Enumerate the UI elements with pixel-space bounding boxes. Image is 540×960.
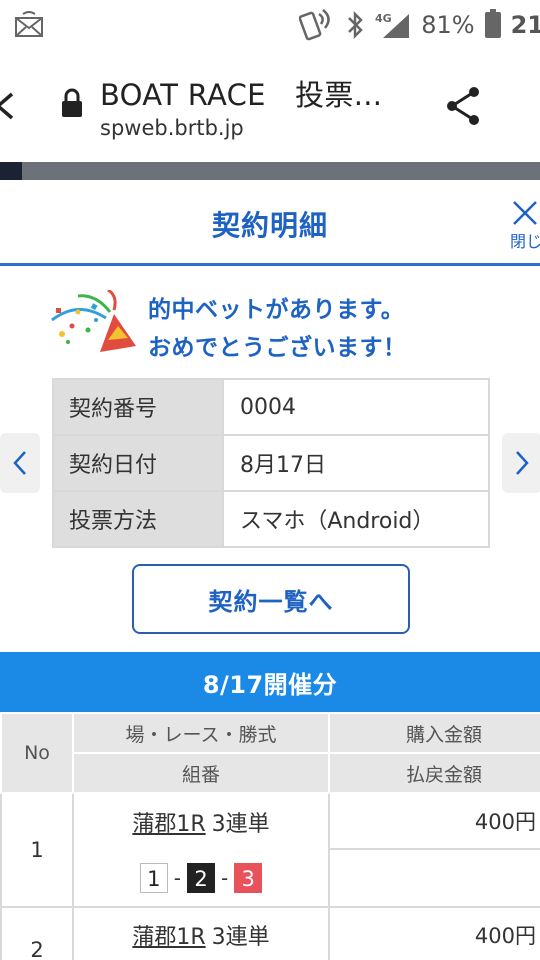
contract-list-button[interactable]: 契約一覧へ: [132, 564, 410, 634]
row-number: 2: [0, 906, 74, 960]
vote-method-row: 投票方法 スマホ（Android）: [52, 490, 490, 548]
browser-toolbar: BOAT RACE 投票... spweb.brtb.jp: [0, 50, 540, 162]
nfc-icon: [299, 9, 335, 41]
section-header: 8/17開催分: [0, 652, 540, 712]
bet-table: No 場・レース・勝式 購入金額 組番 払戻金額 1 蒲郡1R 3連単 400円 …: [0, 712, 540, 960]
page-load-strip: [0, 162, 540, 180]
next-contract-button[interactable]: [502, 433, 540, 493]
bluetooth-icon: [345, 10, 365, 40]
header-payout: 払戻金額: [328, 752, 540, 794]
table-header-row: No 場・レース・勝式 購入金額: [0, 712, 540, 794]
race-link[interactable]: 蒲郡1R: [132, 812, 205, 837]
vote-method-value: スマホ（Android）: [222, 490, 490, 548]
chevron-left-icon[interactable]: [12, 449, 28, 477]
boat-number-2: 2: [187, 862, 215, 893]
header-combo: 組番: [72, 752, 330, 794]
back-arrow-icon[interactable]: [0, 88, 18, 124]
page-title: 契約明細: [211, 209, 328, 242]
header-no: No: [0, 712, 74, 794]
contract-number-value: 0004: [222, 378, 490, 436]
lock-icon: [60, 88, 84, 122]
contract-number-label: 契約番号: [52, 378, 224, 436]
signal-label: 4G: [375, 12, 392, 25]
previous-contract-button[interactable]: [0, 433, 40, 493]
boat-number-1: 1: [139, 862, 168, 893]
url-host[interactable]: spweb.brtb.jp: [100, 116, 244, 140]
boat-number-3: 3: [234, 862, 263, 893]
vote-method-label: 投票方法: [52, 490, 224, 548]
page-header: 契約明細 閉じ: [0, 180, 540, 266]
payout-amount: [328, 848, 540, 908]
race-link[interactable]: 蒲郡1R: [132, 925, 205, 950]
share-icon[interactable]: [442, 84, 486, 128]
table-row: 2 蒲郡1R 3連単 400円: [0, 906, 540, 960]
status-bar: 4G 81% 21: [0, 0, 540, 50]
contract-date-label: 契約日付: [52, 434, 224, 492]
contract-info-table: 契約番号 0004 契約日付 8月17日 投票方法 スマホ（Android）: [52, 378, 490, 548]
table-row: 1 蒲郡1R 3連単 400円: [0, 792, 540, 908]
contract-date-row: 契約日付 8月17日: [52, 434, 490, 492]
win-message-line2: おめでとうございます！: [148, 335, 407, 361]
page-title-text[interactable]: BOAT RACE 投票...: [100, 72, 382, 114]
contract-number-row: 契約番号 0004: [52, 378, 490, 436]
header-purchase: 購入金額: [328, 712, 540, 754]
party-popper-icon: [48, 288, 140, 356]
close-label[interactable]: 閉じ: [510, 228, 540, 252]
row-number: 1: [0, 792, 74, 908]
notification-image-icon: [14, 10, 44, 40]
table-header-row: 組番 払戻金額: [1, 752, 540, 794]
battery-percent: 81%: [421, 11, 475, 39]
combination: 1 - 2 - 3: [139, 862, 263, 893]
clock-time: 21: [510, 11, 540, 39]
win-message: 的中ベットがあります。 おめでとうございます！: [48, 288, 488, 361]
table-row: 1 - 2 - 3: [1, 848, 540, 908]
purchase-amount: 400円: [328, 906, 540, 960]
signal-icon: 4G: [375, 10, 411, 40]
close-icon[interactable]: [508, 198, 538, 228]
contract-date-value: 8月17日: [222, 434, 490, 492]
purchase-amount: 400円: [328, 792, 540, 850]
header-race: 場・レース・勝式: [72, 712, 330, 754]
bet-kind: 3連単: [211, 925, 270, 950]
win-message-line1: 的中ベットがあります。: [148, 297, 405, 323]
bet-kind: 3連単: [211, 811, 270, 837]
chevron-right-icon[interactable]: [514, 449, 530, 477]
battery-icon: [484, 9, 501, 40]
